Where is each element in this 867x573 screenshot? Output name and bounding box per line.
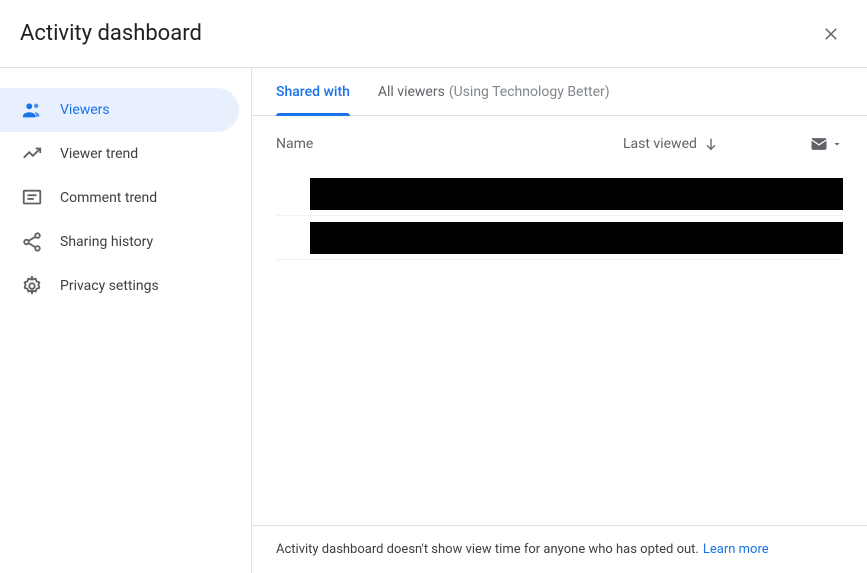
share-icon: [20, 230, 44, 254]
sidebar-item-sharing-history[interactable]: Sharing history: [0, 220, 239, 264]
sidebar-item-label: Privacy settings: [60, 278, 159, 294]
tab-all-viewers[interactable]: All viewers (Using Technology Better): [378, 68, 610, 116]
close-button[interactable]: [819, 22, 843, 46]
trending-up-icon: [20, 142, 44, 166]
sidebar-item-label: Viewer trend: [60, 146, 138, 162]
main-panel: Shared with All viewers (Using Technolog…: [252, 68, 867, 573]
tab-label: All viewers: [378, 84, 445, 100]
column-label: Last viewed: [623, 136, 697, 152]
table-row[interactable]: [276, 216, 843, 260]
learn-more-link[interactable]: Learn more: [703, 542, 769, 557]
people-icon: [20, 98, 44, 122]
footer-notice: Activity dashboard doesn't show view tim…: [252, 525, 867, 573]
sidebar-item-label: Sharing history: [60, 234, 153, 250]
redacted-content: [310, 222, 843, 254]
tab-label: Shared with: [276, 84, 350, 100]
gear-icon: [20, 274, 44, 298]
close-icon: [822, 25, 840, 43]
footer-text: Activity dashboard doesn't show view tim…: [276, 542, 699, 557]
table-row[interactable]: [276, 172, 843, 216]
column-name[interactable]: Name: [276, 136, 623, 152]
sidebar: Viewers Viewer trend Comment trend Shari…: [0, 68, 252, 573]
tab-suffix: (Using Technology Better): [449, 84, 610, 100]
tab-shared-with[interactable]: Shared with: [276, 68, 350, 116]
viewer-list: [252, 172, 867, 260]
sidebar-item-viewers[interactable]: Viewers: [0, 88, 239, 132]
sidebar-item-label: Viewers: [60, 102, 110, 118]
sidebar-item-viewer-trend[interactable]: Viewer trend: [0, 132, 239, 176]
column-last-viewed[interactable]: Last viewed: [623, 136, 793, 152]
dialog-title: Activity dashboard: [20, 21, 202, 46]
tabs: Shared with All viewers (Using Technolog…: [252, 68, 867, 116]
sidebar-item-label: Comment trend: [60, 190, 157, 206]
table-header: Name Last viewed: [252, 116, 867, 172]
mail-icon: [809, 134, 829, 154]
arrow-down-icon: [703, 136, 719, 152]
dialog-header: Activity dashboard: [0, 0, 867, 68]
redacted-content: [310, 178, 843, 210]
chevron-down-icon: [831, 138, 843, 150]
sidebar-item-privacy-settings[interactable]: Privacy settings: [0, 264, 239, 308]
email-dropdown[interactable]: [793, 134, 843, 154]
sidebar-item-comment-trend[interactable]: Comment trend: [0, 176, 239, 220]
comment-icon: [20, 186, 44, 210]
